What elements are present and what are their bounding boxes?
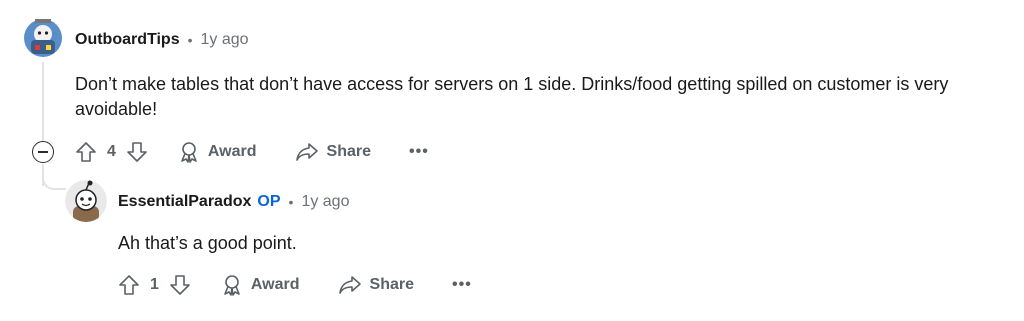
more-options-button[interactable]: ••• — [452, 276, 472, 294]
more-options-button[interactable]: ••• — [409, 143, 429, 161]
award-icon — [181, 142, 197, 163]
upvote-button[interactable] — [75, 141, 97, 163]
award-icon — [224, 275, 240, 296]
award-button[interactable]: Award — [221, 274, 300, 296]
award-button[interactable]: Award — [178, 141, 257, 163]
op-badge: OP — [257, 193, 281, 210]
award-label: Award — [250, 276, 300, 293]
downvote-button[interactable] — [169, 274, 191, 296]
meta-separator: • — [187, 32, 193, 48]
arrow-up-icon — [119, 275, 139, 295]
share-button[interactable]: Share — [295, 141, 371, 163]
comment-body: Don’t make tables that don’t have access… — [75, 74, 949, 119]
avatar[interactable] — [23, 16, 63, 58]
reply-username[interactable]: EssentialParadox — [118, 193, 251, 211]
thread-line — [42, 62, 44, 142]
share-icon — [338, 276, 361, 294]
thread-connector — [42, 168, 66, 190]
collapse-button[interactable] — [32, 141, 54, 163]
arrow-down-icon — [127, 142, 147, 162]
avatar-image — [65, 180, 107, 222]
reply-meta: EssentialParadox OP • 1y ago — [118, 193, 349, 211]
downvote-button[interactable] — [126, 141, 148, 163]
share-button[interactable]: Share — [338, 274, 414, 296]
comment-actions: 4 Award Share ••• — [75, 138, 429, 166]
arrow-up-icon — [76, 142, 96, 162]
reply-timestamp[interactable]: 1y ago — [301, 193, 349, 211]
reply-body: Ah that’s a good point. — [118, 233, 297, 253]
award-label: Award — [207, 143, 257, 160]
meta-separator: • — [288, 194, 294, 210]
upvote-button[interactable] — [118, 274, 140, 296]
username[interactable]: OutboardTips — [75, 31, 180, 49]
share-label: Share — [326, 143, 371, 160]
arrow-down-icon — [170, 275, 190, 295]
timestamp[interactable]: 1y ago — [201, 31, 249, 49]
reply-avatar[interactable] — [65, 180, 107, 222]
avatar-image — [24, 19, 62, 57]
vote-score: 1 — [150, 276, 159, 293]
share-icon — [295, 143, 318, 161]
vote-score: 4 — [107, 143, 116, 160]
comment-meta: OutboardTips • 1y ago — [75, 31, 249, 49]
share-label: Share — [369, 276, 414, 293]
reply-actions: 1 Award Share ••• — [118, 271, 472, 299]
minus-icon — [38, 151, 48, 153]
